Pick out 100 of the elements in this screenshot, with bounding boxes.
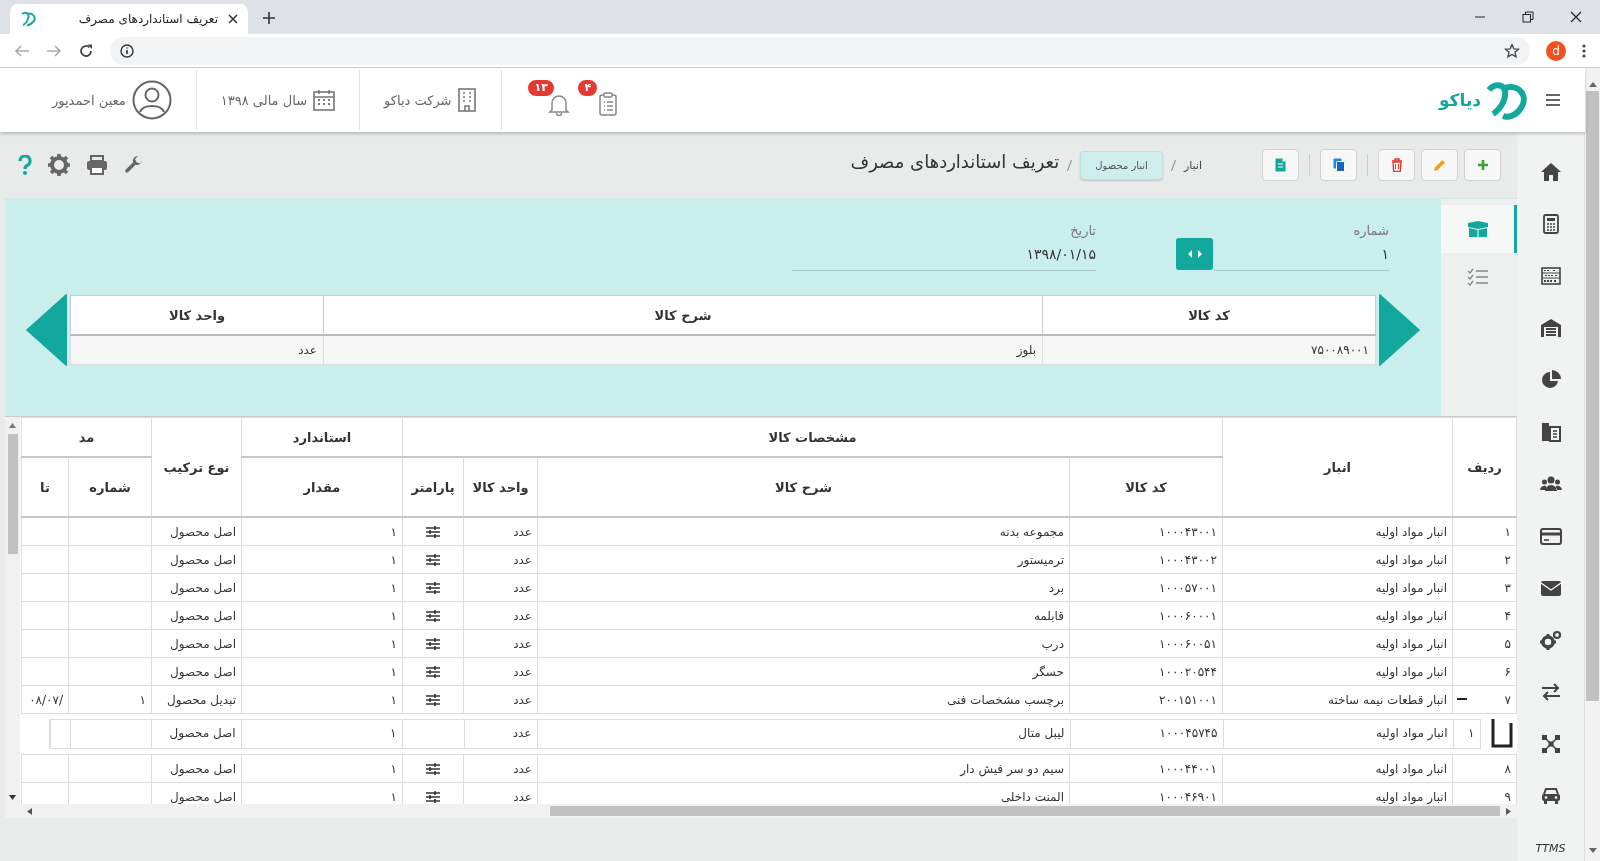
- star-icon[interactable]: [1504, 42, 1520, 59]
- close-icon[interactable]: [1570, 11, 1582, 23]
- scrollbar-thumb[interactable]: [550, 806, 1500, 816]
- sliders-icon[interactable]: [426, 637, 440, 650]
- form-tab[interactable]: [1441, 205, 1517, 253]
- add-button[interactable]: [1464, 149, 1501, 181]
- table-cell: قابلمه: [537, 601, 1070, 630]
- column-header: مشخصات کالا: [402, 417, 1223, 457]
- input-field[interactable]: ۱۳۹۸/۰۱/۱۵: [792, 246, 1096, 262]
- notifications-button[interactable]: ۱۳: [528, 80, 575, 120]
- car-icon: [1539, 785, 1562, 807]
- table-cell: انبار مواد اولیه: [1222, 720, 1453, 748]
- scrollbar[interactable]: [5, 804, 1517, 818]
- user-menu[interactable]: معین احمدپور: [52, 80, 172, 120]
- table-cell: عدد: [463, 685, 538, 714]
- sliders-icon[interactable]: [426, 790, 440, 803]
- table-cell: ۱: [241, 545, 403, 574]
- sliders-icon[interactable]: [426, 581, 440, 594]
- gears-icon: [1539, 629, 1562, 651]
- sliders-icon[interactable]: [426, 609, 440, 622]
- calendar-icon: [313, 89, 336, 111]
- count-badge: ۱۳: [528, 80, 554, 96]
- table-cell: ۴: [1452, 601, 1517, 630]
- address-field[interactable]: [110, 36, 1530, 65]
- copy-button[interactable]: [1320, 149, 1357, 181]
- column-header: پارامتر: [402, 457, 464, 517]
- sliders-icon[interactable]: [426, 665, 440, 678]
- settings-icon[interactable]: [48, 154, 70, 176]
- table-cell: ۱۰۰۰۴۳۰۰۲: [1069, 545, 1223, 574]
- logo-icon: [20, 11, 38, 27]
- table-cell: اصل محصول: [150, 720, 241, 748]
- trash-icon: [1390, 158, 1403, 172]
- table-cell: ۱۰۰۰۵۷۰۰۱: [1069, 573, 1223, 602]
- plus-icon: [1476, 159, 1489, 171]
- table-cell: ۱: [241, 754, 403, 783]
- menu-icon[interactable]: [1545, 93, 1561, 107]
- table-cell: درب: [537, 629, 1070, 658]
- table-cell: برد: [537, 573, 1070, 602]
- table-cell: اصل محصول: [151, 517, 242, 546]
- scroll-up-icon: [9, 423, 16, 428]
- table-cell: اصل محصول: [151, 545, 242, 574]
- table-cell: انبار مواد اولیه: [1222, 517, 1453, 546]
- table-cell: ۱: [68, 685, 152, 714]
- table-cell: عدد: [463, 720, 537, 748]
- sliders-icon[interactable]: [426, 553, 440, 566]
- company-selector[interactable]: شرکت دیاکو: [384, 88, 478, 112]
- column-header: مقدار: [241, 457, 403, 517]
- breadcrumb-chip[interactable]: انبار محصول: [1080, 150, 1163, 180]
- column-header: استاندارد: [241, 417, 403, 457]
- sliders-icon[interactable]: [426, 525, 440, 538]
- profile-avatar[interactable]: d: [1546, 40, 1566, 61]
- document-button[interactable]: [1262, 149, 1299, 181]
- fiscal-year-selector[interactable]: سال مالی ۱۳۹۸: [220, 89, 336, 111]
- scrollbar[interactable]: [5, 417, 20, 804]
- column-header: ردیف: [1452, 417, 1517, 517]
- delete-button[interactable]: [1378, 149, 1415, 181]
- input-field[interactable]: ۱: [1213, 246, 1389, 262]
- table-cell: ترمیستور: [537, 545, 1070, 574]
- scroll-left-icon: [27, 807, 32, 815]
- left-right-arrows-icon: [1187, 250, 1202, 258]
- logo-text: دیاکو: [1438, 90, 1481, 110]
- brand-label: TTMS: [1535, 842, 1566, 857]
- network-icon: [1539, 733, 1562, 755]
- print-icon[interactable]: [86, 155, 108, 175]
- tasks-button[interactable]: ۴: [578, 80, 623, 120]
- field-label: شماره: [1352, 223, 1389, 238]
- table-cell: ۱۰۰۰۴۳۰۰۱: [1069, 517, 1223, 546]
- checklist-icon: [1466, 268, 1489, 286]
- restore-icon[interactable]: [1522, 11, 1534, 23]
- table-cell: عدد: [463, 754, 538, 783]
- more-icon[interactable]: [1582, 42, 1586, 59]
- scroll-down-icon: [9, 795, 16, 800]
- sliders-icon[interactable]: [426, 693, 440, 706]
- table-cell: ۱: [241, 573, 403, 602]
- field-label: تاریخ: [1069, 223, 1096, 238]
- table-cell: اصل محصول: [151, 629, 242, 658]
- building-icon: [457, 88, 478, 112]
- browser-tab[interactable]: تعریف استانداردهای مصرف: [10, 4, 248, 34]
- column-header: کد کالا: [1069, 457, 1223, 517]
- table-cell: انبار مواد اولیه: [1222, 573, 1453, 602]
- new-tab-icon[interactable]: [262, 11, 276, 25]
- column-header: مد: [21, 417, 152, 457]
- reload-icon[interactable]: [78, 42, 94, 59]
- table-cell: عدد: [463, 601, 538, 630]
- close-icon[interactable]: [228, 14, 238, 24]
- table-cell: عدد: [463, 545, 538, 574]
- table-cell: اصل محصول: [151, 573, 242, 602]
- wrench-icon[interactable]: [124, 155, 144, 175]
- scrollbar-thumb[interactable]: [1586, 91, 1599, 701]
- table-cell: اصل محصول: [151, 601, 242, 630]
- scrollbar[interactable]: [1585, 68, 1600, 861]
- scrollbar-thumb[interactable]: [7, 434, 18, 554]
- scroll-right-icon: [1506, 807, 1511, 815]
- breadcrumb-link[interactable]: انبار: [1183, 158, 1202, 172]
- column-header: شرح کالا: [323, 295, 1043, 335]
- column-header: واحد کالا: [70, 295, 324, 335]
- table-cell: ۱: [1452, 517, 1517, 546]
- table-cell: ۸: [1452, 754, 1517, 783]
- table-cell: ۱: [241, 657, 403, 686]
- sliders-icon[interactable]: [426, 762, 440, 775]
